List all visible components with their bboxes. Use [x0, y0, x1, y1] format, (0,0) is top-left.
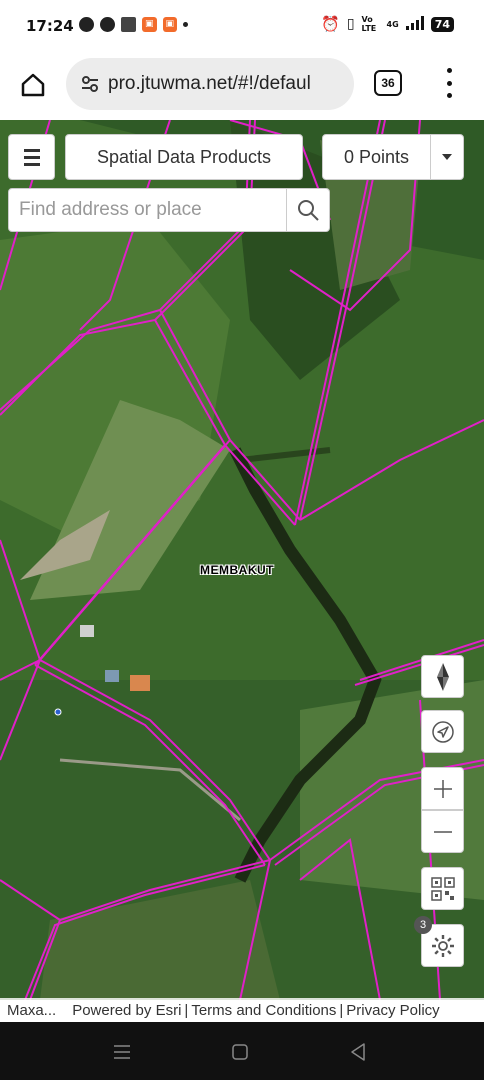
search-icon: [298, 200, 319, 221]
messenger-icon: [100, 17, 115, 32]
status-bar: 17:24 ▣ ▣ ⏰ ▯ Vo LTE 4G 74: [0, 0, 484, 56]
compass-button[interactable]: [421, 655, 464, 698]
browser-toolbar: pro.jtuwma.net/#!/defaul 36: [0, 56, 484, 120]
place-label: MEMBAKUT: [200, 563, 274, 577]
volte-icon: Vo LTE: [361, 15, 377, 33]
recents-icon: [114, 1045, 130, 1059]
browser-menu-button[interactable]: [444, 68, 454, 98]
search-input[interactable]: [9, 189, 286, 231]
recents-button[interactable]: [110, 1040, 134, 1064]
separator: |: [184, 1001, 189, 1019]
system-nav-bar: [0, 1022, 484, 1080]
gear-icon: [431, 934, 454, 957]
map-attribution: Maxa... Powered by Esri | Terms and Cond…: [0, 998, 484, 1022]
site-settings-icon[interactable]: [80, 74, 100, 94]
caret-down-icon: [442, 154, 452, 160]
satellite-imagery: [0, 120, 484, 1000]
back-button[interactable]: [346, 1040, 370, 1064]
home-icon: [232, 1044, 248, 1060]
spatial-data-products-button[interactable]: Spatial Data Products: [65, 134, 303, 180]
menu-button[interactable]: [8, 134, 55, 180]
locate-button[interactable]: [421, 710, 464, 753]
url-text: pro.jtuwma.net/#!/defaul: [108, 73, 311, 94]
zoom-out-icon: [433, 830, 452, 833]
powered-by-esri-link[interactable]: Powered by Esri: [72, 1002, 181, 1019]
privacy-link[interactable]: Privacy Policy: [346, 1002, 439, 1019]
hamburger-icon: [23, 148, 40, 152]
qr-button[interactable]: [421, 867, 464, 910]
points-dropdown-toggle[interactable]: [431, 135, 463, 179]
address-bar[interactable]: pro.jtuwma.net/#!/defaul: [66, 58, 354, 110]
settings-badge: 3: [414, 916, 432, 934]
battery-indicator: 74: [430, 16, 454, 32]
status-icons-right: ⏰ ▯ Vo LTE 4G 74: [321, 15, 454, 33]
points-label[interactable]: 0 Points: [323, 135, 431, 179]
alarm-icon: ⏰: [321, 15, 340, 33]
terms-link[interactable]: Terms and Conditions: [191, 1002, 336, 1019]
search-button[interactable]: [286, 189, 329, 231]
home-button[interactable]: [14, 66, 52, 104]
qr-icon: [430, 876, 455, 901]
notification-icons: ▣ ▣: [79, 17, 189, 32]
back-icon: [351, 1043, 365, 1061]
points-dropdown[interactable]: 0 Points: [322, 134, 464, 180]
home-icon: [21, 73, 45, 97]
map-view[interactable]: Spatial Data Products 0 Points MEMBAKUT …: [0, 120, 484, 1000]
app-icon: [121, 17, 136, 32]
home-nav-button[interactable]: [228, 1040, 252, 1064]
separator: |: [339, 1001, 344, 1019]
app-badge-icon: ▣: [142, 17, 157, 32]
status-time: 17:24: [26, 17, 74, 35]
search-box: [8, 188, 330, 232]
zoom-out-button[interactable]: [421, 810, 464, 853]
chat-icon: [79, 17, 94, 32]
zoom-in-button[interactable]: [421, 767, 464, 810]
app-badge-icon: ▣: [162, 17, 178, 32]
network-type: 4G: [386, 19, 399, 29]
tab-switcher-button[interactable]: 36: [374, 70, 402, 96]
signal-icon: [405, 15, 424, 33]
locate-icon: [431, 720, 454, 743]
vibrate-icon: ▯: [346, 16, 355, 32]
attribution-source[interactable]: Maxa...: [7, 1002, 56, 1019]
more-notifications-icon: [183, 22, 189, 27]
zoom-in-icon: [433, 779, 452, 798]
compass-icon: [436, 662, 449, 691]
